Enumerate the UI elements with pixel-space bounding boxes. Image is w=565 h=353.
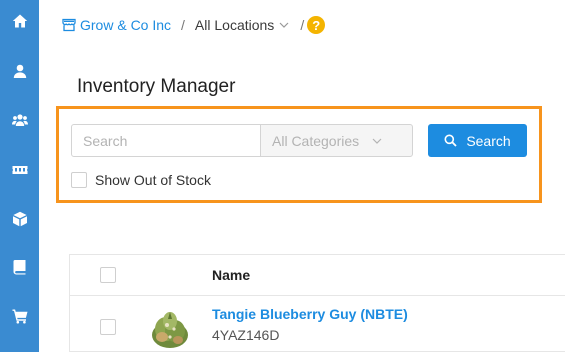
product-name-link[interactable]: Tangie Blueberry Guy (NBTE) (212, 306, 408, 322)
home-icon[interactable] (0, 6, 39, 36)
category-select-value: All Categories (272, 132, 360, 149)
breadcrumb-org-label: Grow & Co Inc (80, 17, 172, 33)
search-input[interactable] (71, 124, 261, 157)
product-sku: 4YAZ146D (212, 327, 280, 343)
product-thumbnail (152, 312, 188, 348)
users-icon[interactable] (0, 105, 39, 135)
page-title: Inventory Manager (77, 76, 236, 97)
out-of-stock-label: Show Out of Stock (95, 172, 211, 188)
user-icon[interactable] (0, 56, 39, 86)
breadcrumb-separator: / (300, 17, 305, 33)
ticket-icon[interactable] (0, 155, 39, 185)
inventory-table: Name Tangie Blueberry Guy (NBTE) 4YAZ146… (69, 254, 565, 352)
store-icon (62, 18, 76, 32)
breadcrumb-separator: / (181, 17, 185, 33)
sidebar (0, 0, 39, 352)
help-icon[interactable]: ? (307, 16, 326, 34)
table-row: Tangie Blueberry Guy (NBTE) 4YAZ146D (70, 297, 565, 353)
table-header: Name (70, 255, 565, 296)
filter-panel: All Categories Search Show Out of Stock (56, 106, 542, 203)
row-select-checkbox[interactable] (100, 319, 116, 335)
location-dropdown[interactable]: All Locations (195, 17, 290, 33)
search-button-label: Search (466, 132, 511, 149)
search-button[interactable]: Search (428, 124, 527, 157)
search-icon (444, 134, 457, 147)
category-select[interactable]: All Categories (260, 124, 413, 157)
out-of-stock-checkbox[interactable] (71, 172, 87, 188)
breadcrumb-org-link[interactable]: Grow & Co Inc (62, 17, 171, 33)
chevron-down-icon (372, 138, 382, 144)
chevron-down-icon (279, 22, 289, 28)
select-all-checkbox[interactable] (100, 267, 116, 283)
show-out-of-stock-toggle[interactable]: Show Out of Stock (71, 172, 211, 188)
book-icon[interactable] (0, 252, 39, 282)
location-label: All Locations (194, 17, 275, 33)
cart-icon[interactable] (0, 301, 39, 331)
breadcrumb: Grow & Co Inc / All Locations / ? (62, 14, 326, 36)
column-header-name[interactable]: Name (212, 267, 250, 283)
box-icon[interactable] (0, 204, 39, 234)
